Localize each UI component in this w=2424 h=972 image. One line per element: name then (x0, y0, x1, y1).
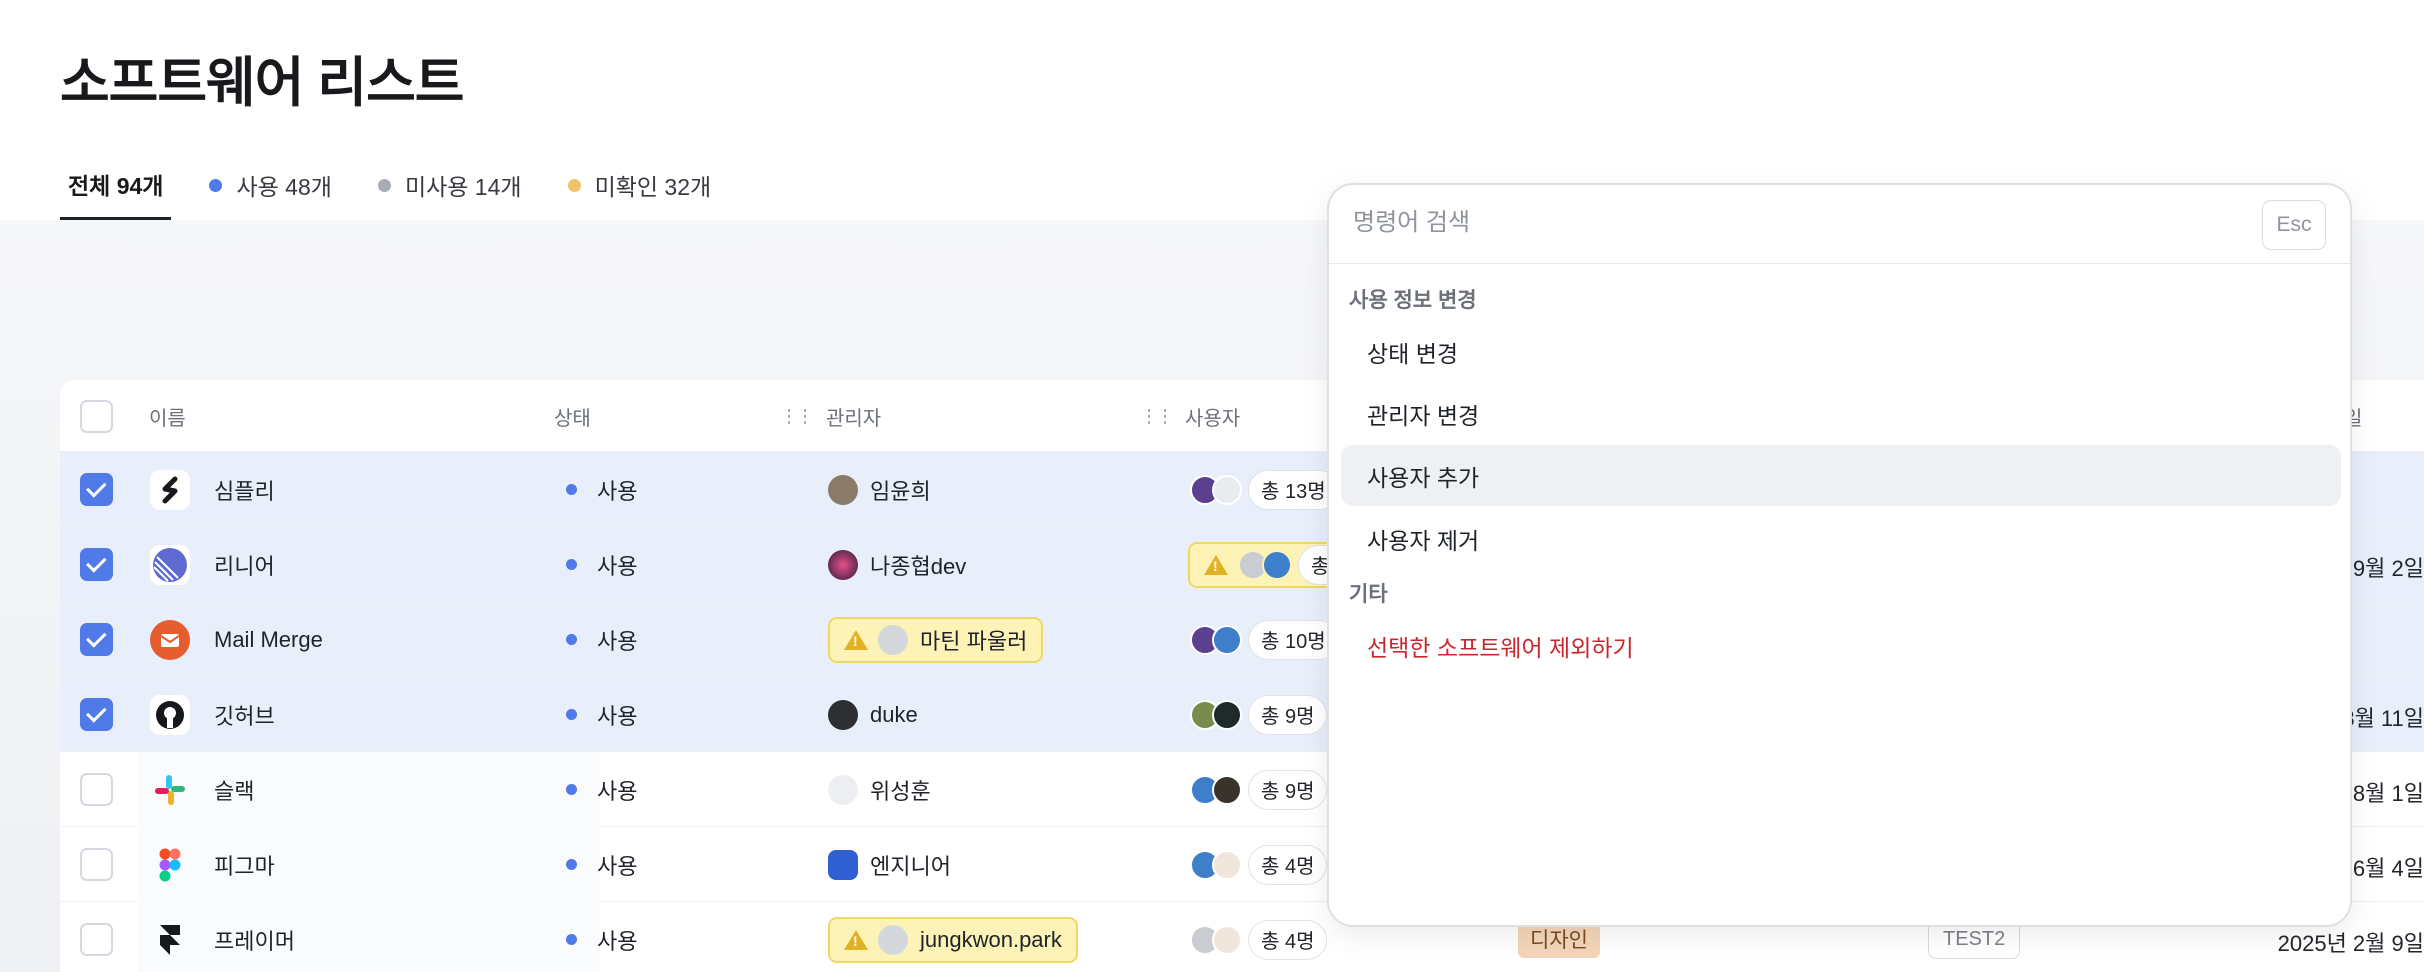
status-label[interactable]: 사용 (597, 849, 637, 881)
status-dot-icon (566, 859, 577, 870)
row-checkbox[interactable] (80, 773, 113, 806)
avatar (878, 924, 908, 955)
status-dot-icon (566, 634, 577, 645)
date-label: 2025년 2월 9일 (2277, 931, 2424, 956)
warning-icon (1204, 554, 1228, 575)
tab-all[interactable]: 전체 94개 (60, 150, 172, 220)
command-exclude-selected-software[interactable]: 선택한 소프트웨어 제외하기 (1341, 615, 2341, 676)
user-count-badge[interactable]: 총 4명 (1248, 919, 1328, 960)
tab-in-use[interactable]: 사용 48개 (201, 150, 339, 220)
status-label[interactable]: 사용 (597, 774, 637, 806)
manager-warning-chip[interactable]: jungkwon.park (828, 916, 1078, 963)
avatar (828, 549, 858, 580)
status-label[interactable]: 사용 (597, 624, 637, 656)
user-count-badge[interactable]: 총 13명 (1248, 469, 1339, 510)
status-dot-icon (566, 484, 577, 495)
palette-search-bar: Esc (1329, 185, 2350, 264)
column-header-name[interactable]: 이름 (149, 380, 186, 452)
user-count-badge[interactable]: 총 4명 (1248, 844, 1328, 885)
command-change-manager[interactable]: 관리자 변경 (1341, 383, 2341, 444)
avatar (1212, 924, 1242, 955)
warning-icon (844, 629, 868, 650)
column-header-manager[interactable]: 관리자 (826, 380, 881, 452)
status-dot-icon (566, 934, 577, 945)
manager-warning-chip[interactable]: 마틴 파울러 (828, 616, 1044, 663)
command-palette: Esc 사용 정보 변경 상태 변경 관리자 변경 사용자 추가 사용자 제거 … (1327, 183, 2352, 927)
command-change-status[interactable]: 상태 변경 (1341, 321, 2341, 382)
avatar (1212, 699, 1242, 730)
avatar (828, 849, 858, 880)
avatar (828, 474, 858, 505)
avatar (828, 774, 858, 805)
status-label[interactable]: 사용 (597, 474, 637, 506)
software-name[interactable]: 심플리 (214, 474, 275, 506)
row-checkbox[interactable] (80, 848, 113, 881)
tab-unconfirmed[interactable]: 미확인 32개 (560, 150, 720, 220)
linear-logo-icon (150, 544, 190, 585)
manager-name[interactable]: 나종협dev (870, 549, 966, 581)
avatar (828, 699, 858, 730)
software-name[interactable]: 프레이머 (214, 924, 295, 956)
status-label[interactable]: 사용 (597, 699, 637, 731)
avatar (1212, 624, 1242, 655)
row-checkbox[interactable] (80, 623, 113, 656)
row-checkbox[interactable] (80, 548, 113, 581)
date-label: 9월 2일 (2352, 556, 2424, 581)
status-dot-icon (377, 178, 391, 192)
manager-name[interactable]: 위성훈 (870, 774, 931, 806)
avatar (878, 624, 908, 655)
user-count-badge[interactable]: 총 9명 (1248, 694, 1328, 735)
framer-logo-icon (150, 920, 190, 960)
mail-merge-logo-icon (150, 619, 190, 660)
group-label-other: 기타 (1349, 583, 1388, 606)
date-label: 6월 4일 (2352, 856, 2424, 881)
manager-name: jungkwon.park (920, 926, 1062, 952)
row-checkbox[interactable] (80, 698, 113, 731)
software-name[interactable]: 피그마 (214, 849, 275, 881)
command-remove-user[interactable]: 사용자 제거 (1341, 508, 2341, 569)
status-label[interactable]: 사용 (597, 924, 637, 956)
command-add-user[interactable]: 사용자 추가 (1341, 445, 2341, 506)
software-name[interactable]: 슬랙 (214, 774, 254, 806)
status-label[interactable]: 사용 (597, 549, 637, 581)
manager-name[interactable]: 엔지니어 (870, 849, 951, 881)
column-drag-handle-icon[interactable]: ⋮⋮ (1140, 404, 1174, 428)
row-checkbox[interactable] (80, 473, 113, 506)
date-label: 8월 1일 (2352, 781, 2424, 806)
manager-name[interactable]: 임윤희 (870, 474, 931, 506)
software-name[interactable]: 리니어 (214, 549, 275, 581)
status-dot-icon (567, 178, 581, 192)
esc-button[interactable]: Esc (2262, 200, 2326, 250)
column-header-status[interactable]: 상태 (554, 380, 591, 452)
manager-name[interactable]: duke (870, 702, 918, 728)
slack-logo-icon (150, 770, 190, 810)
figma-logo-icon (150, 845, 190, 885)
status-dot-icon (209, 178, 223, 192)
status-dot-icon (566, 709, 577, 720)
user-count-badge[interactable]: 총 9명 (1248, 769, 1328, 810)
group-label-usage-info: 사용 정보 변경 (1349, 289, 1477, 312)
avatar (1262, 549, 1292, 580)
status-dot-icon (566, 559, 577, 570)
tab-unused[interactable]: 미사용 14개 (370, 150, 530, 220)
page-title: 소프트웨어 리스트 (60, 53, 464, 113)
column-drag-handle-icon[interactable]: ⋮⋮ (780, 404, 814, 428)
manager-name: 마틴 파울러 (920, 628, 1028, 654)
command-search-input[interactable] (1353, 201, 2213, 245)
status-dot-icon (566, 784, 577, 795)
software-name[interactable]: Mail Merge (214, 627, 323, 653)
simplee-logo-icon (150, 469, 190, 510)
row-checkbox[interactable] (80, 923, 113, 956)
date-label: 8월 11일 (2342, 706, 2424, 731)
user-count-badge[interactable]: 총 10명 (1248, 619, 1339, 660)
select-all-checkbox[interactable] (80, 399, 113, 433)
warning-icon (844, 929, 868, 950)
avatar (1212, 474, 1242, 505)
avatar (1212, 849, 1242, 880)
software-name[interactable]: 깃허브 (214, 699, 275, 731)
avatar (1212, 774, 1242, 805)
column-header-users[interactable]: 사용자 (1185, 380, 1240, 452)
filter-tabs: 전체 94개 사용 48개 미사용 14개 미확인 32개 (60, 150, 749, 220)
github-logo-icon (150, 694, 190, 735)
